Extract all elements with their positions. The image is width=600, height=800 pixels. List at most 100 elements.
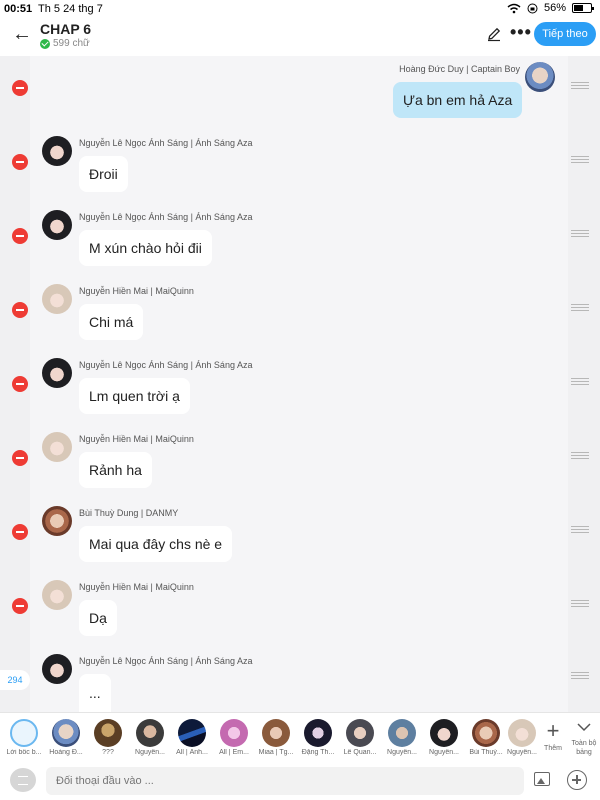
message-bubble[interactable]: ... [79,674,111,712]
delete-message-button[interactable] [12,598,28,614]
avatar [430,719,458,747]
drag-handle-icon[interactable] [571,82,589,90]
avatar[interactable] [42,358,72,388]
add-character-label[interactable]: Thêm [538,745,568,752]
character-item[interactable]: Hoàng Đ... [46,719,86,761]
avatar [178,719,206,747]
character-item[interactable]: All | Ánh... [172,719,212,761]
delete-message-button[interactable] [12,376,28,392]
drag-handle-icon[interactable] [571,600,589,608]
sender-name: Hoàng Đức Duy | Captain Boy [399,64,520,74]
avatar [304,719,332,747]
next-button[interactable]: Tiếp theo [534,22,596,46]
status-bar: 00:51 Th 5 24 thg 7 56% [0,0,600,18]
image-icon[interactable] [534,772,550,786]
message-bubble[interactable]: Mai qua đây chs nè e [79,526,233,562]
battery-percent: 56% [543,2,566,14]
character-name: Bùi Thuỳ... [469,749,503,756]
delete-message-button[interactable] [12,154,28,170]
drag-handle-icon[interactable] [571,526,589,534]
avatar [508,719,536,747]
sender-name: Nguyễn Lê Ngọc Ánh Sáng | Ánh Sáng Aza [79,212,253,222]
check-circle-icon [40,38,50,49]
header: ← CHAP 6 599 chữ ••• Tiếp theo [0,18,600,54]
chevron-down-icon[interactable] [576,719,592,735]
avatar[interactable] [42,432,72,462]
chapter-title: CHAP 6 [40,21,92,37]
delete-message-button[interactable] [12,450,28,466]
sender-name: Bùi Thuỳ Dung | DANMY [79,508,179,518]
drag-handle-icon[interactable] [571,304,589,312]
wifi-icon [507,3,521,13]
battery-icon [572,3,594,13]
character-name: Nguyễn... [135,749,165,756]
avatar [346,719,374,747]
character-name: All | Ánh... [176,749,208,756]
character-name: Hoàng Đ... [49,749,83,756]
avatar[interactable] [525,62,555,92]
drag-handle-icon[interactable] [571,452,589,460]
character-item[interactable]: Nguyễn... [424,719,464,761]
back-arrow-icon[interactable]: ← [12,24,32,44]
character-item[interactable]: Bùi Thuỳ... [466,719,506,761]
message-bubble[interactable]: Chi má [79,304,144,340]
message-bubble[interactable]: Ựa bn em hả Aza [393,82,523,118]
drag-handle-icon[interactable] [571,156,589,164]
all-board-label[interactable]: Toàn bộ bảng [568,739,600,757]
message-bubble[interactable]: M xún chào hỏi đii [79,230,212,266]
character-item[interactable]: Miaa | Tg... [256,719,296,761]
character-name: Lê Quan... [343,749,377,756]
drag-handle-icon[interactable] [571,378,589,386]
character-name: Đặng Th... [301,749,335,756]
character-item[interactable]: Nguyễn... [130,719,170,761]
character-strip[interactable]: Lời bốc b... Hoàng Đ... ??? Nguyễn... Al… [0,712,600,760]
edit-pencil-icon[interactable] [486,26,502,42]
avatar[interactable] [42,506,72,536]
delete-message-button[interactable] [12,524,28,540]
delete-message-button[interactable] [12,228,28,244]
message-bubble[interactable]: Đroii [79,156,128,192]
message-bubble[interactable]: Rảnh ha [79,452,152,488]
character-name: Nguyễn... [387,749,417,756]
character-name: All | Em... [219,749,249,756]
message-bubble[interactable]: Dạ [79,600,117,636]
input-bar [0,760,600,800]
avatar [472,719,500,747]
character-item[interactable]: Đặng Th... [298,719,338,761]
drag-handle-icon[interactable] [571,230,589,238]
character-name: Nguyễn... [507,749,537,756]
character-item[interactable]: ??? [88,719,128,761]
orientation-lock-icon [527,3,538,13]
character-name: ??? [102,749,114,756]
character-name: Miaa | Tg... [258,749,294,756]
word-count: 599 chữ [40,38,90,49]
avatar[interactable] [42,654,72,684]
chat-bubble-icon[interactable] [10,768,36,792]
delete-message-button[interactable] [12,80,28,96]
avatar[interactable] [42,136,72,166]
character-item[interactable]: Lời bốc b... [4,719,44,761]
avatar[interactable] [42,580,72,610]
avatar[interactable] [42,210,72,240]
plus-icon[interactable]: + [541,720,565,742]
character-item[interactable]: Lê Quan... [340,719,380,761]
character-item[interactable]: Nguyễn... [502,719,542,761]
sender-name: Nguyễn Lê Ngọc Ánh Sáng | Ánh Sáng Aza [79,360,253,370]
drag-handle-icon[interactable] [571,672,589,680]
more-options-icon[interactable]: ••• [510,22,532,43]
sender-name: Nguyễn Lê Ngọc Ánh Sáng | Ánh Sáng Aza [79,656,253,666]
delete-message-button[interactable] [12,302,28,318]
avatar [262,719,290,747]
plus-circle-icon[interactable] [567,770,587,790]
sender-name: Nguyễn Hiền Mai | MaiQuinn [79,286,194,296]
message-count-badge[interactable]: 294 [0,670,30,690]
word-count-label: 599 chữ [53,38,90,49]
character-item[interactable]: All | Em... [214,719,254,761]
avatar[interactable] [42,284,72,314]
status-right: 56% [507,2,594,14]
character-name: Lời bốc b... [6,749,42,756]
character-item[interactable]: Nguyễn... [382,719,422,761]
dialog-input[interactable] [46,767,524,795]
message-bubble[interactable]: Lm quen trời ạ [79,378,190,414]
avatar [94,719,122,747]
